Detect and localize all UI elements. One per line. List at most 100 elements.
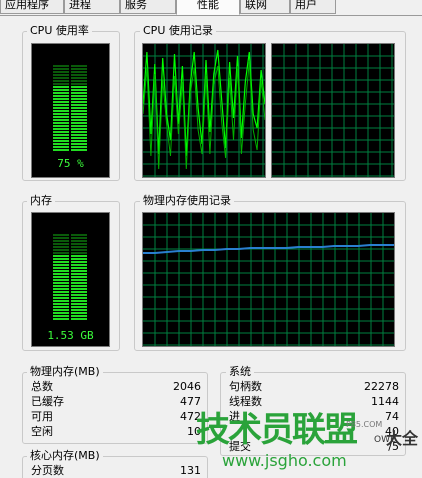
cpu-meter-seg-right — [71, 86, 87, 88]
stat-processes-value: 74 — [385, 410, 399, 423]
cpu-meter-seg-left — [53, 71, 69, 73]
memory-meter-seg-right — [71, 240, 87, 242]
memory-label: 内存 — [27, 194, 55, 207]
cpu-meter-seg-right — [71, 74, 87, 76]
cpu-meter-seg-right — [71, 128, 87, 130]
memory-meter-seg-left — [53, 294, 69, 296]
memory-meter-seg-left — [53, 246, 69, 248]
cpu-meter-seg-left — [53, 131, 69, 133]
cpu-meter-seg-right — [71, 113, 87, 115]
memory-meter-seg-right — [71, 243, 87, 245]
cpu-meter-seg-left — [53, 143, 69, 145]
memory-meter-seg-right — [71, 255, 87, 257]
memory-meter-seg-right — [71, 291, 87, 293]
memory-graph-svg — [143, 213, 394, 346]
cpu-meter-seg-left — [53, 113, 69, 115]
cpu-meter-seg-left — [53, 80, 69, 82]
tab-services[interactable]: 服务 — [120, 0, 176, 14]
cpu-meter-seg-right — [71, 68, 87, 70]
stat-handles-value: 22278 — [364, 380, 399, 393]
memory-meter-seg-left — [53, 264, 69, 266]
cpu-meter-seg-right — [71, 83, 87, 85]
memory-meter-seg-right — [71, 297, 87, 299]
cpu-meter-seg-right — [71, 131, 87, 133]
memory-meter: 1.53 GB — [31, 212, 110, 347]
memory-meter-seg-right — [71, 279, 87, 281]
cpu-meter-seg-left — [53, 89, 69, 91]
cpu-graph-2-svg — [272, 44, 394, 177]
cpu-meter-seg-right — [71, 110, 87, 112]
memory-meter-seg-left — [53, 318, 69, 320]
tab-strip: 应用程序 进程 服务 性能 联网 用户 — [0, 0, 422, 16]
stat-total-value: 2046 — [173, 380, 201, 393]
cpu-meter-seg-left — [53, 146, 69, 148]
cpu-meter-seg-left — [53, 77, 69, 79]
cpu-meter-seg-right — [71, 95, 87, 97]
memory-meter-seg-right — [71, 282, 87, 284]
cpu-meter-seg-left — [53, 119, 69, 121]
memory-meter-seg-right — [71, 249, 87, 251]
memory-meter-seg-right — [71, 264, 87, 266]
cpu-meter-seg-left — [53, 86, 69, 88]
memory-meter-seg-left — [53, 276, 69, 278]
stat-total-key: 总数 — [31, 380, 53, 393]
cpu-graph-1-svg — [143, 44, 265, 177]
cpu-meter-seg-right — [71, 101, 87, 103]
memory-meter-seg-right — [71, 300, 87, 302]
memory-meter-seg-left — [53, 288, 69, 290]
cpu-usage-label: CPU 使用率 — [27, 24, 92, 37]
kernel-memory-stats: 分页数 131 — [31, 463, 201, 478]
stat-cached-key: 已缓存 — [31, 395, 64, 408]
cpu-meter-seg-left — [53, 149, 69, 151]
cpu-meter-seg-right — [71, 140, 87, 142]
tab-users[interactable]: 用户 — [290, 0, 336, 14]
memory-history-graph — [142, 212, 395, 347]
cpu-meter-seg-right — [71, 137, 87, 139]
memory-meter-seg-left — [53, 255, 69, 257]
memory-meter-seg-left — [53, 282, 69, 284]
cpu-meter-seg-right — [71, 104, 87, 106]
stat-cached-value: 477 — [180, 395, 201, 408]
memory-meter-seg-left — [53, 258, 69, 260]
memory-meter-seg-left — [53, 273, 69, 275]
tab-networking[interactable]: 联网 — [240, 0, 290, 14]
memory-meter-seg-right — [71, 273, 87, 275]
memory-meter-seg-right — [71, 285, 87, 287]
memory-meter-seg-left — [53, 315, 69, 317]
memory-meter-seg-right — [71, 270, 87, 272]
memory-meter-seg-right — [71, 234, 87, 236]
memory-value: 1.53 GB — [47, 329, 94, 342]
memory-meter-seg-left — [53, 285, 69, 287]
memory-meter-seg-right — [71, 315, 87, 317]
memory-meter-seg-right — [71, 276, 87, 278]
memory-meter-seg-right — [71, 312, 87, 314]
cpu-meter-seg-left — [53, 125, 69, 127]
cpu-meter-seg-right — [71, 77, 87, 79]
watermark-small-url: P85.COM — [346, 420, 383, 429]
cpu-meter-seg-right — [71, 107, 87, 109]
cpu-meter-seg-right — [71, 125, 87, 127]
watermark-logo: 技术员联盟 — [196, 410, 358, 450]
memory-meter-seg-right — [71, 258, 87, 260]
cpu-meter-seg-left — [53, 74, 69, 76]
memory-meter-seg-left — [53, 261, 69, 263]
watermark-fragment: OWE — [374, 435, 396, 445]
cpu-meter-seg-left — [53, 104, 69, 106]
cpu-meter-seg-right — [71, 98, 87, 100]
tab-performance[interactable]: 性能 — [176, 0, 240, 15]
cpu-meter-seg-right — [71, 119, 87, 121]
cpu-meter-seg-right — [71, 71, 87, 73]
stat-paged-value: 131 — [180, 464, 201, 477]
memory-meter-seg-left — [53, 240, 69, 242]
memory-history-label: 物理内存使用记录 — [140, 194, 234, 207]
stat-threads-key: 线程数 — [229, 395, 262, 408]
tab-processes[interactable]: 进程 — [64, 0, 120, 14]
cpu-usage-value: 75 % — [57, 157, 84, 170]
memory-meter-seg-right — [71, 252, 87, 254]
stat-available-key: 可用 — [31, 410, 53, 423]
tab-applications[interactable]: 应用程序 — [0, 0, 64, 14]
cpu-meter-seg-left — [53, 122, 69, 124]
memory-meter-seg-left — [53, 243, 69, 245]
memory-meter-seg-left — [53, 297, 69, 299]
cpu-meter-seg-left — [53, 101, 69, 103]
